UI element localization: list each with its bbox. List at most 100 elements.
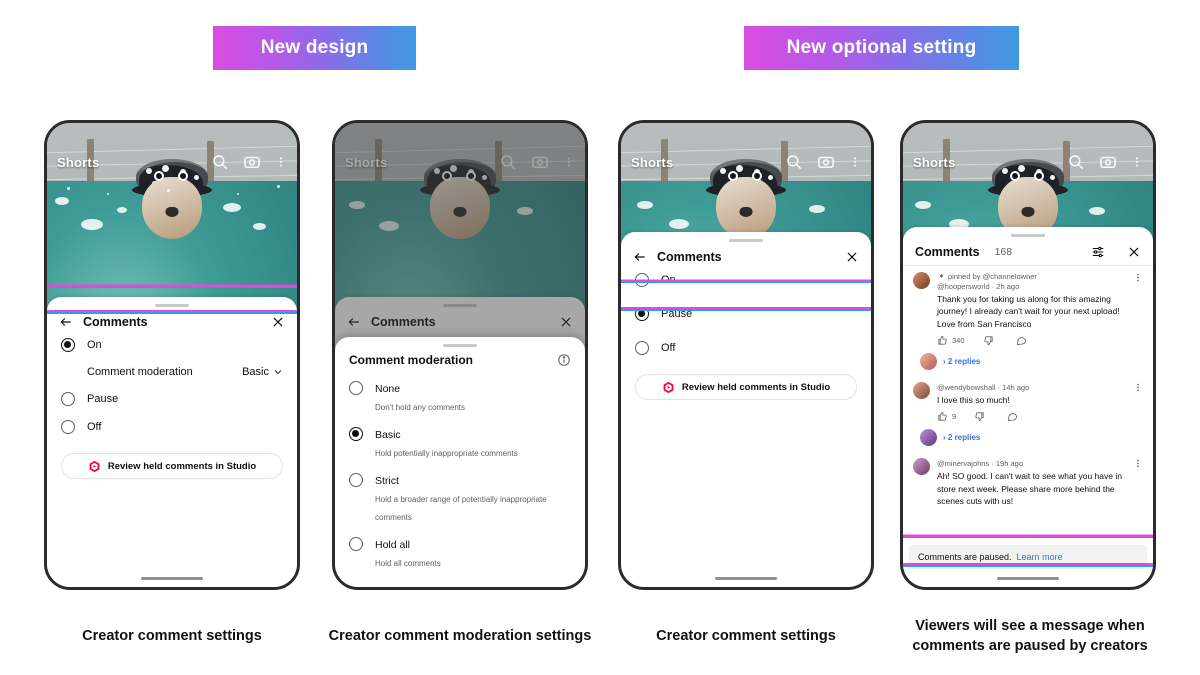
review-held-comments-button[interactable]: Review held comments in Studio: [61, 453, 283, 479]
option-row-off[interactable]: Off: [621, 334, 871, 362]
close-icon[interactable]: [271, 315, 285, 329]
comment-moderation-row[interactable]: Comment moderation Basic: [47, 359, 297, 385]
info-icon[interactable]: [557, 353, 571, 367]
comments-settings-sheet-1: Comments On Comment moderation Basic Pau…: [47, 297, 297, 587]
search-icon[interactable]: [785, 153, 803, 171]
moderation-sheet-header: Comment moderation: [335, 351, 585, 375]
moderation-option-basic-title: Basic: [375, 429, 401, 441]
close-icon[interactable]: [1127, 245, 1141, 259]
dislike-icon[interactable]: [983, 335, 994, 346]
comment-more-icon[interactable]: [1133, 382, 1143, 393]
option-row-pause[interactable]: Pause: [47, 385, 297, 413]
radio-off[interactable]: [61, 420, 75, 434]
avatar[interactable]: [913, 381, 930, 399]
comment-actions: 9: [937, 411, 1126, 422]
shorts-top-bar: Shorts: [47, 149, 297, 175]
reply-avatar: [920, 429, 937, 447]
comment-text: I love this so much!: [937, 394, 1010, 405]
viewer-comments-title: Comments: [915, 245, 980, 259]
avatar[interactable]: [913, 272, 930, 289]
radio-on[interactable]: [61, 338, 75, 352]
comment-moderation-label: Comment moderation: [87, 366, 193, 378]
comments-paused-text: Comments are paused.: [918, 552, 1012, 562]
replies-label[interactable]: › 2 replies: [943, 433, 980, 442]
comment-item: pinned by @channelowner @hoopersworld · …: [903, 266, 1153, 348]
comment-moderation-value[interactable]: Basic: [242, 366, 283, 378]
option-label-on: On: [661, 274, 676, 286]
moderation-option-strict-subtitle: Hold a broader range of potentially inap…: [375, 495, 547, 522]
moderation-sheet-grabber[interactable]: [443, 344, 477, 347]
phone-mockup-2: Shorts Comments Comment moderation None …: [332, 120, 588, 590]
comment-more-icon[interactable]: [1133, 272, 1143, 283]
more-vertical-icon[interactable]: [275, 153, 287, 171]
moderation-option-basic[interactable]: Basic Hold potentially inappropriate com…: [335, 421, 585, 467]
comment-item: @wendybowshall · 14h ago I love this so …: [903, 376, 1153, 424]
option-label-pause: Pause: [661, 308, 693, 320]
viewer-comments-sheet: Comments 168 pinned by @channelowner @ho…: [903, 227, 1153, 587]
reply-icon[interactable]: [1007, 411, 1018, 422]
review-held-comments-label: Review held comments in Studio: [107, 460, 257, 472]
caption-phone-1: Creator comment settings: [82, 628, 262, 644]
radio-pause[interactable]: [61, 392, 75, 406]
home-indicator: [141, 577, 203, 580]
comment-actions: 340: [937, 335, 1126, 346]
phone-4-screen: Shorts Comments 168 pinned by @channelow…: [903, 123, 1153, 587]
more-vertical-icon[interactable]: [1131, 153, 1143, 171]
replies-row[interactable]: › 2 replies: [903, 424, 1153, 452]
comment-meta: @wendybowshall · 14h ago: [937, 382, 1030, 392]
radio-on[interactable]: [635, 273, 649, 287]
moderation-sheet-title: Comment moderation: [349, 353, 474, 367]
sheet-grabber[interactable]: [155, 304, 189, 307]
option-label-pause: Pause: [87, 393, 119, 405]
moderation-option-none-title: None: [375, 383, 401, 395]
learn-more-link[interactable]: Learn more: [1017, 552, 1063, 562]
shorts-title: Shorts: [631, 154, 674, 170]
search-icon[interactable]: [211, 153, 229, 171]
option-row-on[interactable]: On: [621, 266, 871, 294]
moderation-option-hold-all-subtitle: Hold all comments: [375, 559, 441, 568]
pinned-label-row: pinned by @channelowner: [937, 272, 1126, 281]
option-label-off: Off: [87, 421, 102, 433]
back-arrow-icon[interactable]: [59, 315, 73, 329]
option-row-on[interactable]: On: [47, 331, 297, 359]
camera-icon[interactable]: [817, 153, 835, 171]
close-icon[interactable]: [845, 250, 859, 264]
comment-meta: @minervajohns · 19h ago: [937, 459, 1023, 469]
sort-filter-icon[interactable]: [1091, 245, 1105, 259]
comment-body: pinned by @channelowner @hoopersworld · …: [937, 272, 1126, 346]
comment-more-icon[interactable]: [1133, 458, 1143, 469]
camera-icon[interactable]: [243, 153, 261, 171]
search-icon[interactable]: [1067, 153, 1085, 171]
radio-pause[interactable]: [635, 307, 649, 321]
option-row-off[interactable]: Off: [47, 413, 297, 441]
reply-icon[interactable]: [1016, 335, 1027, 346]
replies-label[interactable]: › 2 replies: [943, 357, 980, 366]
moderation-option-none[interactable]: None Don't hold any comments: [335, 375, 585, 421]
radio-basic[interactable]: [349, 427, 363, 441]
moderation-option-strict[interactable]: Strict Hold a broader range of potential…: [335, 467, 585, 531]
like-icon[interactable]: [937, 411, 948, 422]
back-arrow-icon[interactable]: [633, 250, 647, 264]
banner-new-optional-setting-label: New optional setting: [786, 37, 977, 58]
radio-none[interactable]: [349, 381, 363, 395]
like-icon[interactable]: [937, 335, 948, 346]
radio-strict[interactable]: [349, 473, 363, 487]
caption-phone-2: Creator comment moderation settings: [328, 628, 592, 644]
avatar[interactable]: [913, 458, 930, 476]
sheet-grabber[interactable]: [729, 239, 763, 242]
replies-row[interactable]: › 2 replies: [903, 348, 1153, 376]
phone-mockup-4: Shorts Comments 168 pinned by @channelow…: [900, 120, 1156, 590]
review-held-comments-button[interactable]: Review held comments in Studio: [635, 374, 857, 400]
moderation-option-hold-all[interactable]: Hold all Hold all comments: [335, 531, 585, 577]
camera-icon[interactable]: [1099, 153, 1117, 171]
radio-hold-all[interactable]: [349, 537, 363, 551]
radio-off[interactable]: [635, 341, 649, 355]
moderation-option-none-subtitle: Don't hold any comments: [375, 403, 466, 412]
dislike-icon[interactable]: [974, 411, 985, 422]
phone-mockup-1: Shorts Comments On Comment moderation Ba…: [44, 120, 300, 590]
more-vertical-icon[interactable]: [849, 153, 861, 171]
comment-moderation-value-text: Basic: [242, 366, 269, 378]
sheet-header: Comments: [47, 311, 297, 331]
sheet-grabber[interactable]: [1011, 234, 1045, 237]
option-row-pause[interactable]: Pause: [621, 294, 871, 334]
